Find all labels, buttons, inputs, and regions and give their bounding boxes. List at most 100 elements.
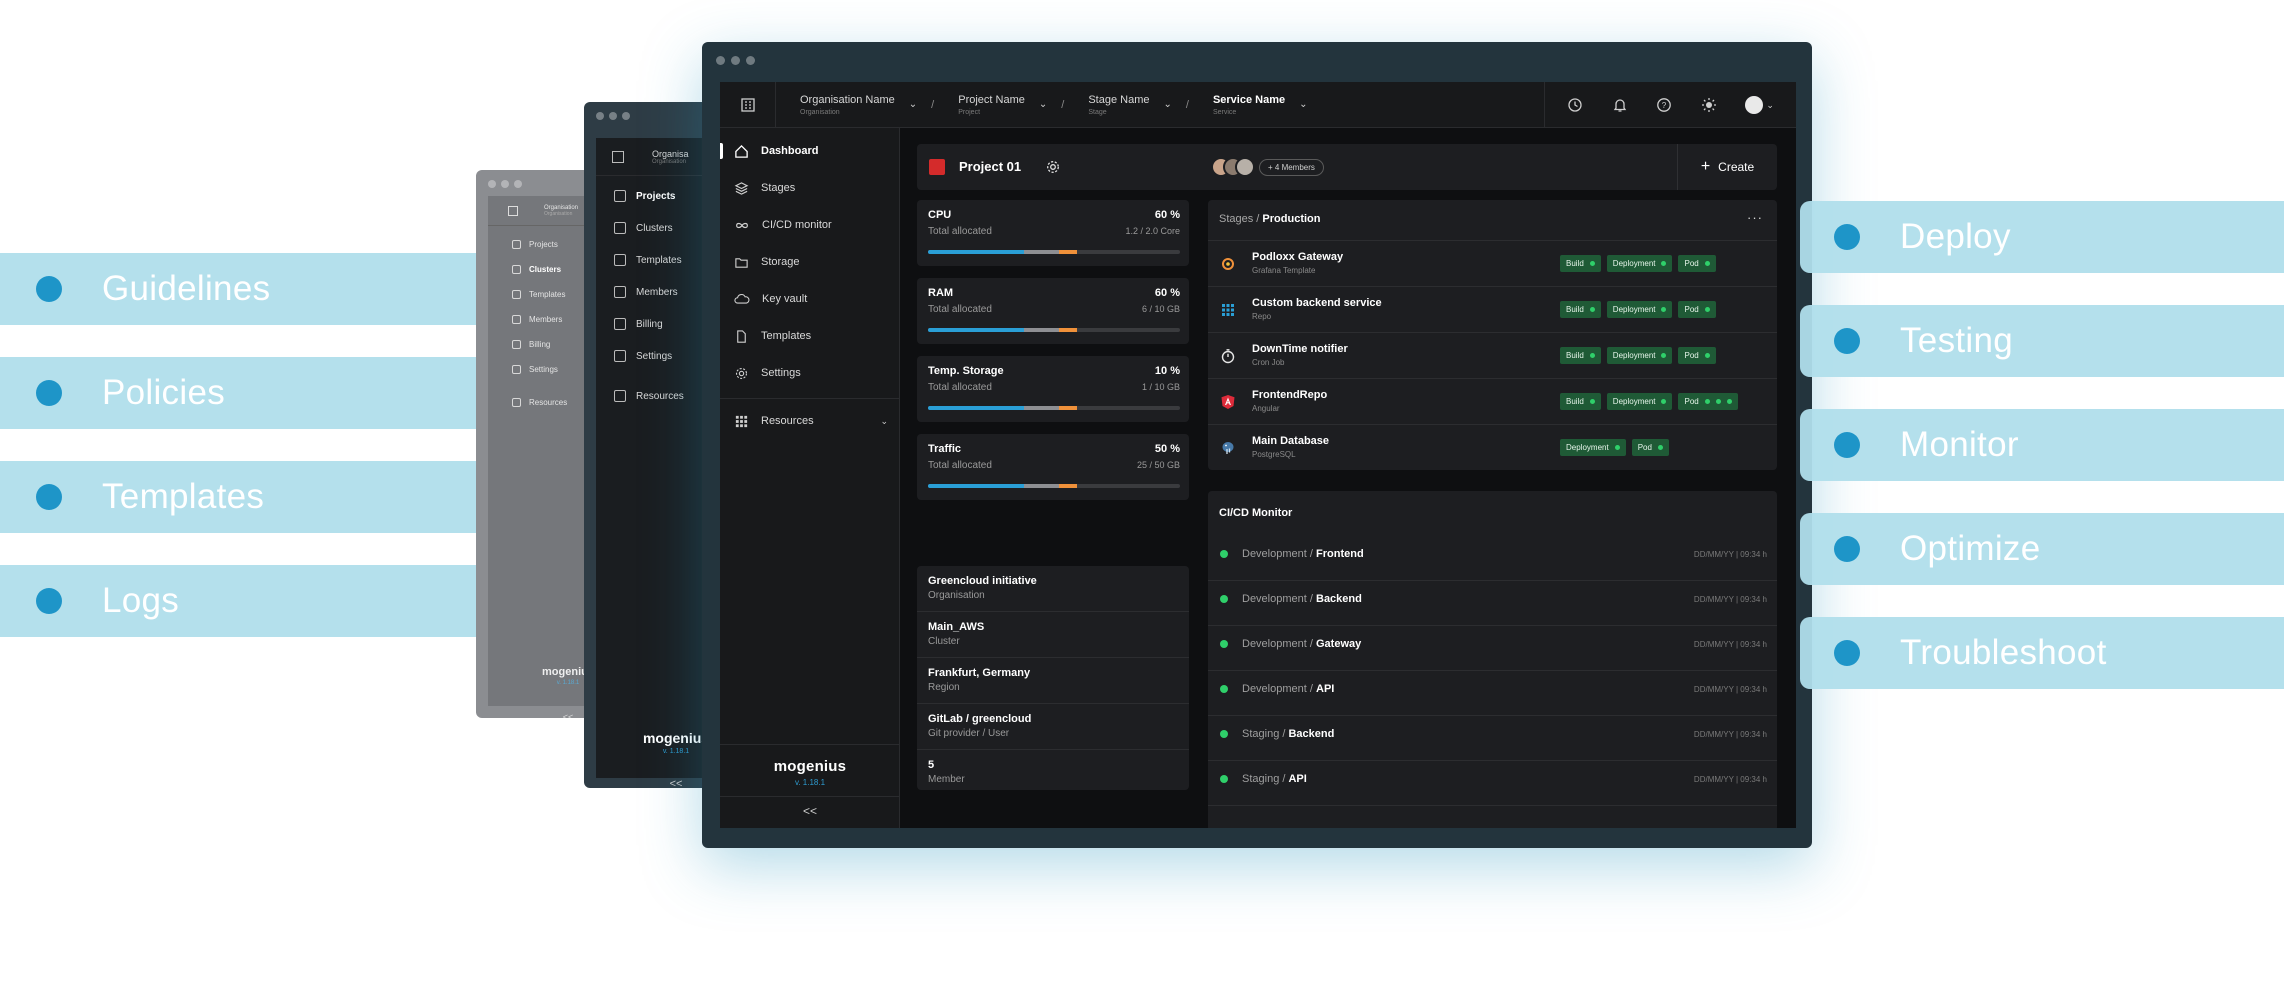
pipeline-row[interactable]: Development / Frontend DD/MM/YY | 09:34 h — [1208, 536, 1777, 581]
metric-name: Traffic — [928, 443, 962, 455]
bell-icon[interactable] — [1611, 96, 1629, 114]
layers-icon — [734, 181, 749, 195]
project-color-swatch — [929, 159, 945, 175]
crumb-title: Project Name — [958, 93, 1025, 106]
gear-icon — [735, 367, 748, 379]
nav-item-dashboard[interactable]: Dashboard — [720, 136, 900, 166]
nav-item-billing[interactable]: Billing — [614, 318, 663, 330]
metric-value: 25 / 50 GB — [1136, 460, 1180, 470]
service-name: Custom backend service — [1252, 297, 1382, 309]
billing-icon — [614, 318, 626, 330]
breadcrumb-service[interactable]: Service Name Service ⌄ — [1213, 94, 1308, 116]
breadcrumb-stage[interactable]: Stage Name Stage ⌄ / — [1088, 94, 1189, 116]
nav-item-projects[interactable]: Projects — [512, 240, 558, 249]
status-dot — [1704, 353, 1710, 358]
nav-item-projects[interactable]: Projects — [614, 190, 675, 202]
stopwatch-icon — [1221, 349, 1235, 364]
nav-label: Dashboard — [761, 145, 819, 157]
status-badge-build: Build — [1560, 301, 1601, 318]
nav-item-resources[interactable]: Resources — [512, 398, 567, 407]
nav-item-templates[interactable]: Templates — [720, 321, 900, 351]
pipeline-row[interactable]: Staging / API DD/MM/YY | 09:34 h — [1208, 761, 1777, 806]
sun-icon[interactable] — [1700, 96, 1718, 114]
nav-item-clusters[interactable]: Clusters — [614, 222, 673, 234]
status-dot — [1661, 353, 1667, 358]
service-row[interactable]: DownTime notifier Cron Job Build Deploym… — [1208, 332, 1777, 378]
service-row[interactable]: Podloxx Gateway Grafana Template Build D… — [1208, 240, 1777, 286]
nav-label: Key vault — [762, 293, 808, 305]
status-dot — [1220, 550, 1228, 558]
nav-item-stages[interactable]: Stages — [720, 173, 900, 203]
nav-item-clusters[interactable]: Clusters — [512, 265, 561, 274]
pipeline-row[interactable]: Development / Backend DD/MM/YY | 09:34 h — [1208, 581, 1777, 626]
feature-label: Testing — [1900, 321, 2013, 360]
metric-percent: 60 % — [1154, 287, 1180, 299]
nav-item-templates[interactable]: Templates — [512, 290, 565, 299]
feature-pill-logs: Logs — [0, 565, 488, 637]
status-badge-build: Build — [1560, 393, 1601, 410]
feature-label: Monitor — [1900, 425, 2019, 464]
service-row[interactable]: FrontendRepo Angular Build Deployment Po… — [1208, 378, 1777, 424]
history-icon[interactable] — [1566, 96, 1584, 114]
crumb-sub: Project — [958, 108, 981, 116]
divider — [720, 796, 900, 797]
nav-item-resources[interactable]: Resources ⌄ — [720, 406, 900, 436]
status-dot — [1589, 261, 1595, 266]
project-settings-icon[interactable] — [1045, 159, 1061, 180]
nav-item-settings[interactable]: Settings — [512, 365, 558, 374]
status-dot — [1726, 399, 1732, 404]
member-avatars[interactable]: + 4 Members — [1211, 157, 1324, 177]
status-tags: Build Deployment Pod — [1560, 393, 1738, 410]
nav-item-settings[interactable]: Settings — [614, 350, 672, 362]
metric-value: 1.2 / 2.0 Core — [1125, 226, 1180, 236]
nav-item-cicd-monitor[interactable]: CI/CD monitor — [720, 210, 900, 240]
service-row[interactable]: Main Database PostgreSQL Deployment Pod — [1208, 424, 1777, 470]
create-button[interactable]: + Create — [1677, 144, 1777, 190]
status-dot — [1704, 261, 1710, 266]
pipeline-row[interactable]: Development / Gateway DD/MM/YY | 09:34 h — [1208, 626, 1777, 671]
nav-item-key-vault[interactable]: Key vault — [720, 284, 900, 314]
collapse-sidebar-button[interactable]: << — [720, 804, 900, 818]
nav-item-members[interactable]: Members — [512, 315, 562, 324]
pipeline-row[interactable]: Development / API DD/MM/YY | 09:34 h — [1208, 671, 1777, 716]
status-tags: Build Deployment Pod — [1560, 347, 1716, 364]
status-dot — [1589, 353, 1595, 358]
svg-text:?: ? — [1662, 101, 1667, 110]
bullet-icon — [36, 276, 62, 302]
nav-item-billing[interactable]: Billing — [512, 340, 550, 349]
breadcrumb-project[interactable]: Project Name Project ⌄ / — [958, 94, 1064, 116]
nav-label: Resources — [761, 415, 814, 427]
feature-label: Policies — [102, 373, 226, 412]
nav-item-resources[interactable]: Resources — [614, 390, 684, 402]
feature-label: Troubleshoot — [1900, 633, 2107, 672]
stages-header: Stages / Production — [1219, 213, 1321, 225]
organisation-home-button[interactable] — [720, 82, 776, 128]
nav-item-settings[interactable]: Settings — [720, 358, 900, 388]
user-menu[interactable]: ⌄ — [1745, 96, 1775, 114]
status-dot — [1589, 399, 1595, 404]
nav-item-templates[interactable]: Templates — [614, 254, 682, 266]
help-icon[interactable]: ? — [1655, 96, 1673, 114]
more-options-icon[interactable]: ··· — [1747, 210, 1763, 225]
marketing-composition: Guidelines Policies Templates Logs Organ… — [0, 0, 2284, 995]
avatar — [1235, 157, 1255, 177]
pipeline-row[interactable]: Staging / Backend DD/MM/YY | 09:34 h — [1208, 716, 1777, 761]
clusters-icon — [614, 222, 626, 234]
service-row[interactable]: Custom backend service Repo Build Deploy… — [1208, 286, 1777, 332]
project-name: Project 01 — [959, 159, 1022, 174]
status-dot — [1220, 685, 1228, 693]
breadcrumb-separator: / — [1061, 98, 1065, 111]
service-type: Angular — [1252, 404, 1280, 413]
status-badge-pod: Pod — [1678, 347, 1716, 364]
breadcrumb-organisation[interactable]: Organisation Name Organisation ⌄ / — [800, 94, 934, 116]
crumb-sub: Service — [1212, 108, 1237, 116]
usage-bar — [928, 484, 1180, 488]
metric-sub: Total allocated — [928, 460, 992, 471]
nav-item-storage[interactable]: Storage — [720, 247, 900, 277]
bar-segment-allocated — [928, 484, 1024, 488]
metric-name: Temp. Storage — [928, 365, 1004, 377]
nav-label: CI/CD monitor — [762, 219, 832, 231]
feature-pill-monitor: Monitor — [1800, 409, 2284, 481]
brand-logo: mogenius — [773, 758, 847, 775]
nav-item-members[interactable]: Members — [614, 286, 678, 298]
